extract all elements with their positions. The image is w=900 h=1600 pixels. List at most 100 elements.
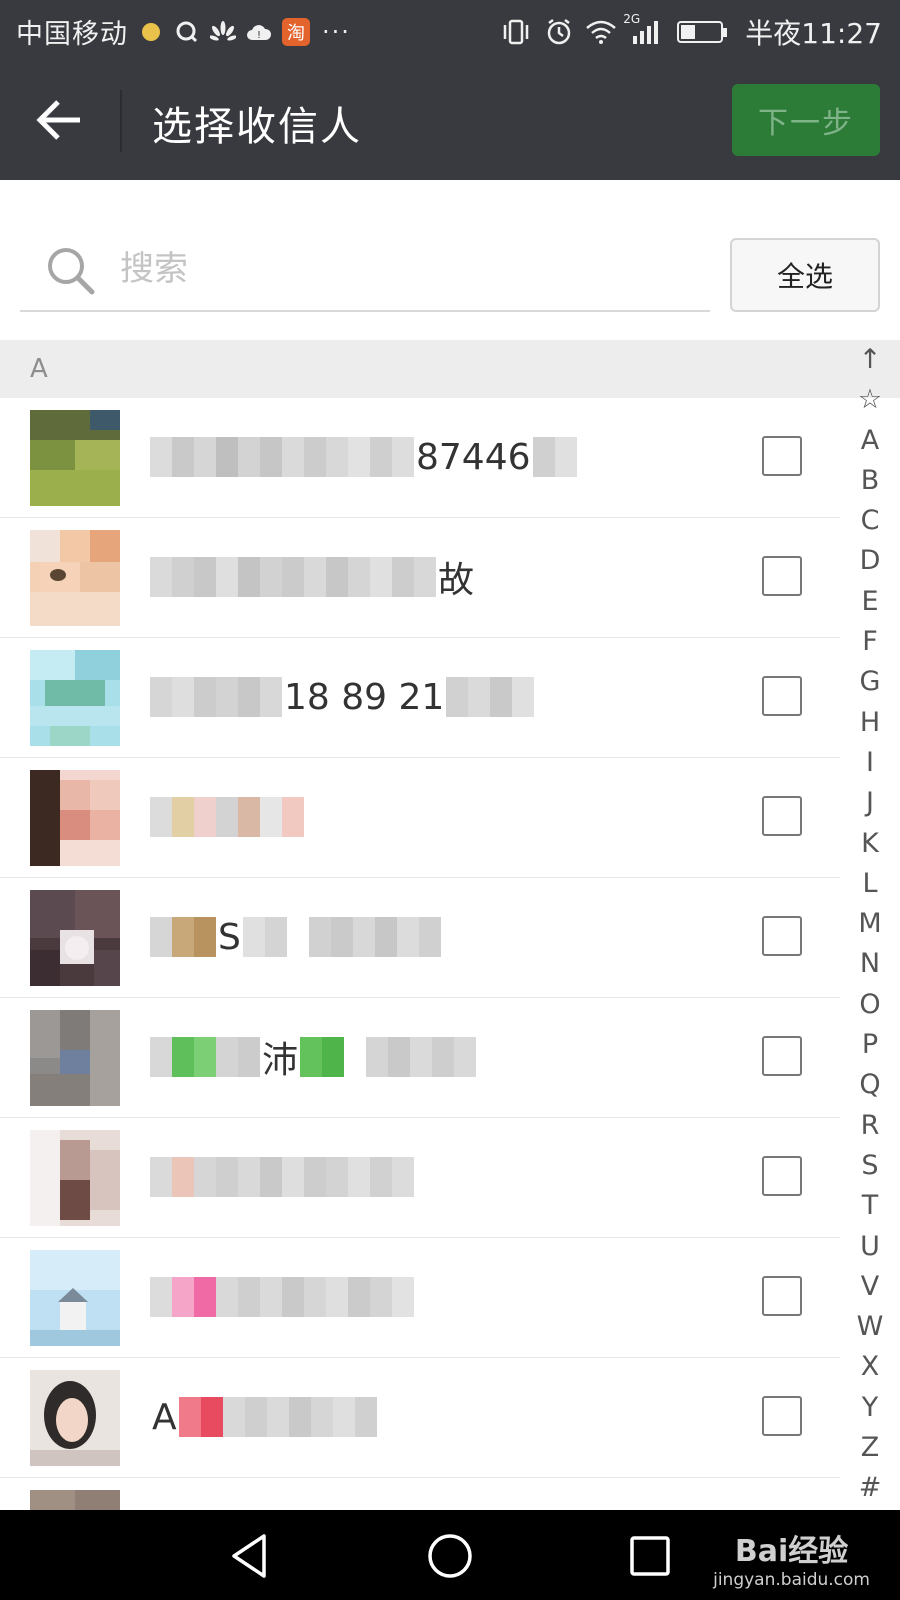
contact-avatar (30, 1130, 120, 1226)
recents-square-icon[interactable] (624, 1530, 676, 1582)
index-letter[interactable]: K (861, 824, 879, 864)
index-letter[interactable]: E (861, 582, 878, 622)
index-letter[interactable]: ☆ (858, 380, 882, 420)
search-input[interactable] (120, 244, 680, 294)
svg-text:!: ! (257, 30, 261, 41)
index-letter[interactable]: A (861, 421, 879, 461)
contact-row[interactable] (0, 1238, 840, 1358)
contact-checkbox[interactable] (762, 916, 802, 956)
index-letter[interactable]: R (861, 1106, 880, 1146)
contact-row[interactable]: S (0, 878, 840, 998)
contact-checkbox[interactable] (762, 436, 802, 476)
contact-row[interactable]: 故 (0, 518, 840, 638)
header-divider (120, 90, 122, 152)
contact-checkbox[interactable] (762, 1276, 802, 1316)
contact-name: S (150, 914, 441, 960)
contact-row[interactable]: 87446 (0, 398, 840, 518)
index-letter[interactable]: O (859, 985, 880, 1025)
contact-avatar (30, 410, 120, 506)
more-notifications-icon: ··· (322, 17, 351, 46)
contact-avatar (30, 1370, 120, 1466)
contact-list: 87446 故 18 89 21 S 沛 A (0, 398, 840, 1542)
index-letter[interactable]: I (866, 743, 874, 783)
index-letter[interactable]: H (860, 703, 880, 743)
contact-checkbox[interactable] (762, 556, 802, 596)
clock-time: 半夜11:27 (745, 17, 882, 50)
signal-icon: 2G (623, 12, 661, 46)
next-step-button[interactable]: 下一步 (732, 84, 880, 156)
dot-icon (142, 22, 160, 41)
wifi-icon (585, 19, 617, 45)
index-letter[interactable]: B (861, 461, 880, 501)
index-letter[interactable]: M (858, 904, 881, 944)
search-box (20, 232, 710, 312)
index-letter[interactable]: Q (859, 1065, 880, 1105)
alarm-icon (545, 18, 573, 46)
section-header: A (0, 340, 900, 398)
contact-avatar (30, 530, 120, 626)
contact-name-text: 87446 (416, 436, 531, 478)
contact-name-text: 18 89 21 (284, 676, 445, 718)
contact-row[interactable]: A (0, 1358, 840, 1478)
index-letter[interactable]: L (862, 864, 877, 904)
baidu-jingyan-watermark: Bai经验 jingyan.baidu.com (713, 1526, 870, 1590)
status-bar: 中国移动 ! 淘 ··· 2G 半夜11:27 (0, 0, 900, 62)
contact-name-text: S (218, 916, 241, 958)
contact-row[interactable]: 沛 (0, 998, 840, 1118)
contact-avatar (30, 770, 120, 866)
vibrate-icon (499, 19, 533, 45)
watermark-url: jingyan.baidu.com (713, 1570, 870, 1590)
index-letter[interactable]: X (861, 1347, 880, 1387)
index-letter[interactable]: F (862, 622, 878, 662)
index-letter[interactable]: T (862, 1186, 879, 1226)
section-letter: A (30, 354, 48, 384)
taobao-icon: 淘 (282, 17, 310, 46)
index-letter[interactable]: P (862, 1025, 878, 1065)
index-letter[interactable]: C (861, 501, 880, 541)
huawei-icon (210, 19, 236, 45)
index-letter[interactable]: W (857, 1307, 884, 1347)
search-icon (48, 248, 95, 295)
back-arrow-icon (36, 100, 80, 140)
contact-name-text: 沛 (262, 1040, 299, 1081)
index-letter[interactable]: S (861, 1146, 878, 1186)
contact-checkbox[interactable] (762, 796, 802, 836)
contact-checkbox[interactable] (762, 1036, 802, 1076)
contact-row[interactable]: 18 89 21 (0, 638, 840, 758)
contact-avatar (30, 1010, 120, 1106)
search-area: 全选 (0, 180, 900, 340)
contact-avatar (30, 1250, 120, 1346)
alphabet-index-bar[interactable]: ↑ ☆ A B C D E F G H I J K L M N O P Q R S T U V W X Y Z # (848, 340, 892, 1510)
index-letter[interactable]: G (860, 662, 881, 702)
index-letter[interactable]: U (860, 1227, 880, 1267)
contact-name: 故 (150, 554, 476, 601)
index-letter[interactable]: ↑ (859, 340, 882, 380)
contact-checkbox[interactable] (762, 1396, 802, 1436)
index-letter[interactable]: J (866, 783, 874, 823)
contact-name (150, 794, 308, 840)
watermark-brand: Bai经验 (734, 1534, 849, 1569)
index-letter[interactable]: N (860, 944, 880, 984)
contact-row[interactable] (0, 758, 840, 878)
contact-checkbox[interactable] (762, 1156, 802, 1196)
index-letter[interactable]: D (860, 541, 881, 581)
cloud-icon: ! (246, 19, 272, 45)
index-letter[interactable]: Z (861, 1428, 880, 1468)
index-letter[interactable]: V (861, 1267, 879, 1307)
back-button[interactable] (30, 90, 90, 150)
contact-name-text: 故 (438, 560, 475, 601)
home-circle-icon[interactable] (424, 1530, 476, 1582)
contact-checkbox[interactable] (762, 676, 802, 716)
system-nav-bar: Bai经验 jingyan.baidu.com (0, 1510, 900, 1600)
index-letter[interactable]: Y (862, 1388, 879, 1428)
battery-icon (677, 21, 728, 43)
contact-name: A (150, 1394, 377, 1440)
index-letter[interactable]: # (859, 1468, 882, 1508)
back-triangle-icon[interactable] (224, 1530, 276, 1582)
contact-avatar (30, 890, 120, 986)
contact-row[interactable] (0, 1118, 840, 1238)
contact-avatar (30, 650, 120, 746)
contact-name-text: A (152, 1396, 177, 1438)
network-type-label: 2G (623, 12, 641, 26)
select-all-button[interactable]: 全选 (730, 238, 880, 312)
